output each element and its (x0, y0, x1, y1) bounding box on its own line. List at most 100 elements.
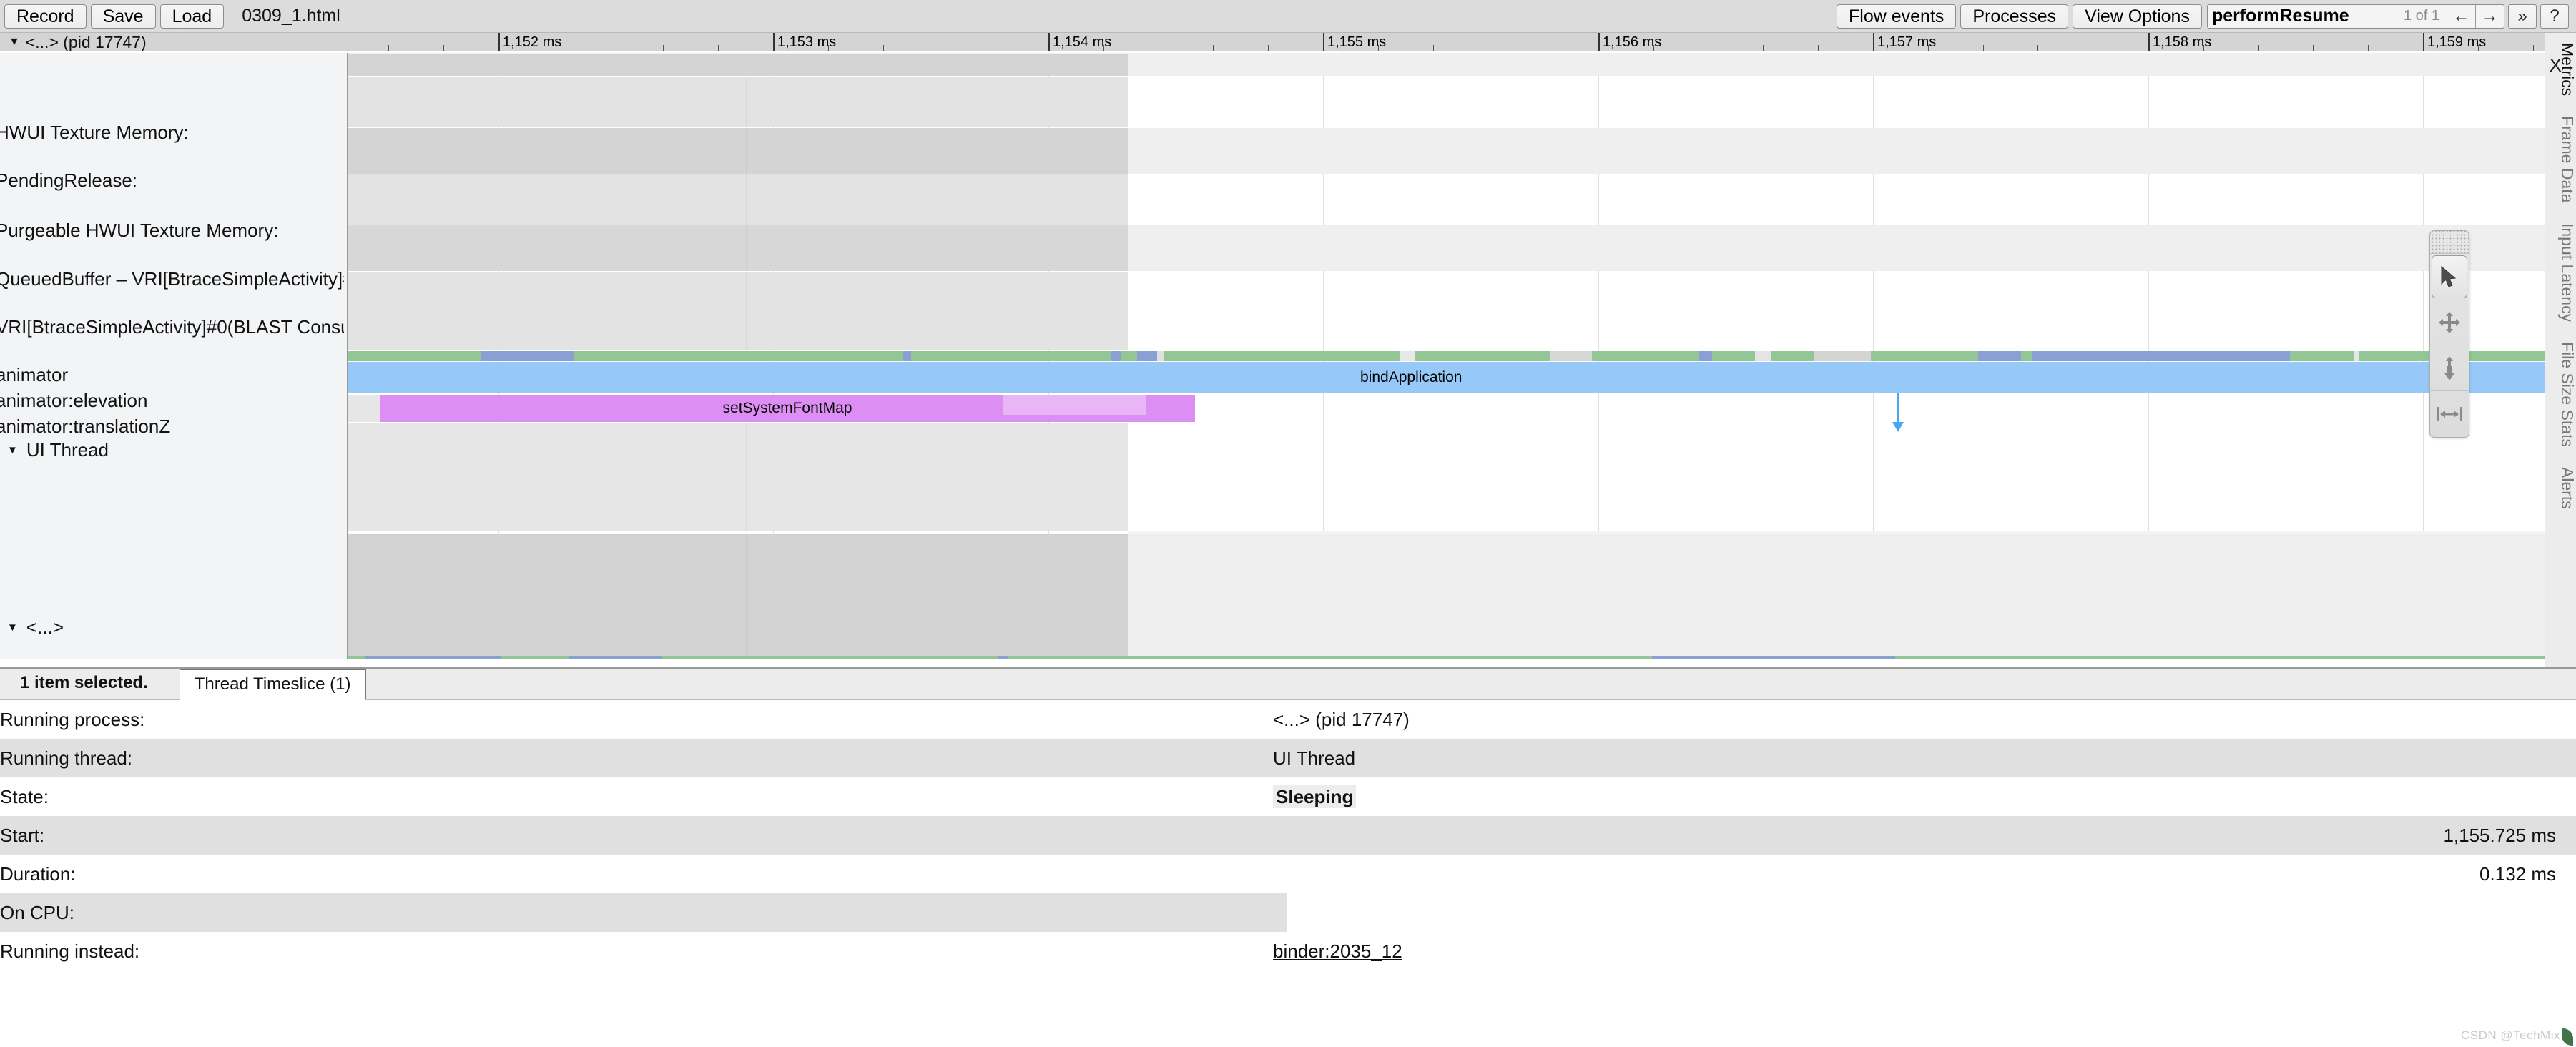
cpu-state-segment[interactable] (1164, 351, 1400, 361)
time-ruler[interactable]: ▼ <...> (pid 17747) 1,152 ms1,153 ms1,15… (0, 33, 2545, 51)
cpu-state-segment[interactable] (1550, 351, 1592, 361)
cpu-state-strip[interactable] (348, 351, 2545, 361)
cpu-state-segment[interactable] (1712, 351, 1755, 361)
cpu-state-segment[interactable] (911, 351, 1111, 361)
timeline-panel[interactable]: bindApplication setSystemFontMap (0, 53, 2545, 659)
ruler-tick-area[interactable]: 1,152 ms1,153 ms1,154 ms1,155 ms1,156 ms… (348, 33, 2545, 51)
cpu-state-segment[interactable] (1871, 351, 1978, 361)
pan-mode-button[interactable] (2430, 300, 2469, 345)
horizontal-measure-icon (2437, 405, 2462, 423)
cpu-state-segment[interactable] (903, 351, 911, 361)
search-prev-button[interactable]: ← (2447, 5, 2475, 28)
slice-bindapplication[interactable]: bindApplication (348, 362, 2545, 393)
cpu-state-segment[interactable] (662, 656, 998, 659)
cpu-state-segment[interactable] (1157, 351, 1164, 361)
track-label-column[interactable]: HWUI Texture Memory: PendingRelease: Purge… (0, 53, 348, 659)
cpu-state-segment[interactable] (574, 351, 903, 361)
cpu-state-segment[interactable] (365, 656, 501, 659)
track-label-text: UI Thread (26, 441, 109, 459)
cpu-state-segment[interactable] (2290, 351, 2354, 361)
ruler-minor-tick (2203, 45, 2204, 51)
cpu-state-segment[interactable] (1699, 351, 1712, 361)
help-button[interactable]: ? (2540, 4, 2569, 29)
right-side-tabs[interactable]: MetricsFrame DataInput LatencyFile Size … (2545, 33, 2576, 698)
track-row-label[interactable]: animator (0, 365, 68, 384)
tab-thread-timeslice[interactable]: Thread Timeslice (1) (180, 669, 366, 700)
counter-block[interactable] (348, 174, 1128, 225)
cpu-state-segment[interactable] (1978, 351, 2021, 361)
cpu-state-segment[interactable] (1895, 656, 2545, 659)
chevron-down-icon[interactable]: ▼ (9, 36, 20, 48)
counter-block[interactable] (348, 225, 1128, 271)
cpu-state-segment[interactable] (1755, 351, 1771, 361)
vertical-zoom-button[interactable] (2430, 345, 2469, 391)
thread-state-block[interactable] (348, 423, 1128, 531)
flow-events-button[interactable]: Flow events (1837, 4, 1956, 29)
chevron-down-icon[interactable]: ▼ (7, 622, 18, 633)
cpu-state-segment[interactable] (1592, 351, 1699, 361)
record-button[interactable]: Record (4, 4, 87, 29)
ruler-tick: 1,157 ms (1873, 33, 1874, 51)
counter-block[interactable] (348, 272, 1128, 350)
selection-count-label: 1 item selected. (20, 673, 148, 699)
track-row-label[interactable]: VRI[BtraceSimpleActivity]#0(BLAST Consum… (0, 318, 348, 336)
timing-mode-button[interactable] (2430, 391, 2469, 437)
cpu-state-segment[interactable] (1008, 656, 1652, 659)
row-divider (746, 174, 747, 225)
right-tab-file-size-stats[interactable]: File Size Stats (2545, 332, 2576, 457)
track-row-label[interactable]: QueuedBuffer – VRI[BtraceSimpleActivity]… (0, 270, 348, 288)
cpu-state-segment[interactable] (569, 656, 662, 659)
cpu-state-segment[interactable] (481, 351, 574, 361)
cpu-state-segment[interactable] (2032, 351, 2290, 361)
close-icon[interactable]: X (2550, 56, 2562, 74)
counter-block[interactable] (348, 128, 1128, 174)
cpu-state-segment[interactable] (1652, 656, 1895, 659)
ruler-minor-tick (1378, 45, 1379, 51)
ruler-process-header[interactable]: ▼ <...> (pid 17747) (0, 33, 348, 51)
overflow-menu-button[interactable]: » (2508, 4, 2537, 29)
search-next-button[interactable]: → (2475, 5, 2504, 28)
right-tab-alerts[interactable]: Alerts (2545, 457, 2576, 519)
counter-block[interactable] (348, 77, 1128, 127)
thread-state-block[interactable] (348, 534, 1128, 659)
counter-block[interactable] (348, 54, 1128, 76)
drag-handle[interactable] (2430, 231, 2469, 254)
track-label-text: animator:elevation (0, 390, 147, 411)
cpu-state-segment[interactable] (1814, 351, 1871, 361)
cpu-state-segment[interactable] (501, 656, 569, 659)
track-canvas[interactable]: bindApplication setSystemFontMap (348, 53, 2545, 659)
load-button[interactable]: Load (160, 4, 225, 29)
right-tab-frame-data[interactable]: Frame Data (2545, 106, 2576, 212)
cpu-state-segment[interactable] (1415, 351, 1550, 361)
search-input[interactable] (2208, 6, 2401, 27)
cpu-state-segment[interactable] (1400, 351, 1415, 361)
cpu-state-segment[interactable] (998, 656, 1008, 659)
right-tab-input-latency[interactable]: Input Latency (2545, 213, 2576, 332)
search-box[interactable]: 1 of 1 ← → (2207, 4, 2504, 29)
chevron-down-icon[interactable]: ▼ (7, 445, 18, 456)
cpu-state-segment[interactable] (1111, 351, 1121, 361)
slice-setsystemfontmap-highlight[interactable] (1003, 395, 1146, 415)
cpu-state-segment[interactable] (2021, 351, 2032, 361)
processes-button[interactable]: Processes (1960, 4, 2068, 29)
track-row-label[interactable]: animator:translationZ (0, 417, 170, 436)
cpu-state-segment[interactable] (1137, 351, 1157, 361)
track-group-row[interactable]: ▼<...> (0, 618, 64, 636)
detail-row-value[interactable]: binder:2035_12 (1273, 940, 2576, 963)
view-options-button[interactable]: View Options (2073, 4, 2202, 29)
mouse-mode-toolbar[interactable] (2429, 230, 2469, 438)
row-divider (746, 534, 747, 659)
cpu-state-segment[interactable] (1771, 351, 1814, 361)
detail-row: Running thread:UI Thread (0, 739, 2576, 777)
cpu-state-segment[interactable] (348, 656, 365, 659)
track-row-label[interactable]: animator:elevation (0, 391, 147, 410)
cpu-state-segment[interactable] (348, 351, 481, 361)
track-row-label[interactable]: PendingRelease: (0, 171, 137, 190)
track-row-label[interactable]: Purgeable HWUI Texture Memory: (0, 221, 278, 240)
save-button[interactable]: Save (91, 4, 156, 29)
cpu-state-strip-bottom[interactable] (348, 656, 2545, 659)
select-mode-button[interactable] (2432, 255, 2467, 298)
track-group-row[interactable]: ▼ UI Thread (0, 441, 109, 459)
cpu-state-segment[interactable] (1121, 351, 1137, 361)
track-row-label[interactable]: HWUI Texture Memory: (0, 123, 189, 142)
